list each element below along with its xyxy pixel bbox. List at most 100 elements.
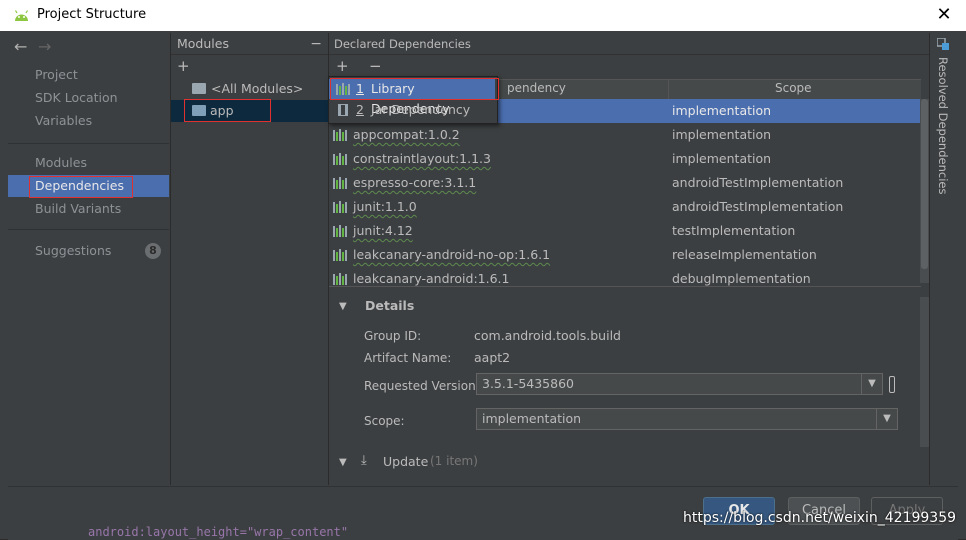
- update-label[interactable]: Update: [383, 454, 428, 469]
- watermark: https://blog.csdn.net/weixin_42199359: [683, 510, 957, 526]
- module-label: app: [210, 103, 234, 118]
- table-row[interactable]: appcompat:1.0.2 implementation: [329, 123, 921, 147]
- table-row[interactable]: constraintlayout:1.1.3 implementation: [329, 147, 921, 171]
- sidebar-item-label: Dependencies: [35, 178, 124, 193]
- add-dependency-button[interactable]: +: [336, 57, 349, 75]
- sidebar-item-modules[interactable]: Modules: [8, 152, 169, 174]
- menu-item-library-dependency[interactable]: 1 Library Dependency: [329, 79, 495, 116]
- requested-version-label: Requested Version:: [364, 379, 480, 393]
- dependencies-header: Declared Dependencies: [329, 33, 929, 55]
- module-folder-icon: [192, 105, 206, 116]
- menu-mnemonic: 1: [356, 81, 364, 96]
- scrollbar-thumb[interactable]: [921, 99, 928, 269]
- sidebar-item-variables[interactable]: Variables: [8, 110, 169, 132]
- version-info-icon[interactable]: [889, 376, 895, 393]
- menu-item-jar-dependency[interactable]: 2 Jar Dependency: [329, 100, 495, 120]
- column-header-scope[interactable]: Scope: [775, 81, 812, 95]
- library-icon: [333, 129, 347, 141]
- editor-code-line: android:layout_height="wrap_content": [88, 525, 349, 539]
- add-module-button[interactable]: +: [177, 57, 190, 75]
- artifact-name-value: aapt2: [474, 350, 511, 365]
- column-header-dependency[interactable]: pendency: [507, 81, 566, 95]
- remove-dependency-button[interactable]: −: [369, 57, 382, 75]
- dependency-name: appcompat:1.0.2: [353, 127, 460, 142]
- nav-arrows: ← →: [14, 37, 62, 56]
- dependency-name: constraintlayout:1.1.3: [353, 151, 491, 166]
- android-icon: [14, 10, 29, 21]
- collapse-details-icon[interactable]: ▼: [339, 301, 347, 312]
- resolved-dependencies-label: Resolved Dependencies: [936, 57, 950, 195]
- collapse-modules-button[interactable]: −: [310, 33, 322, 55]
- modules-title: Modules: [177, 36, 229, 51]
- sidebar-divider: [8, 229, 169, 230]
- dependency-scope: implementation: [672, 151, 772, 166]
- chevron-down-icon[interactable]: ▼: [876, 409, 897, 429]
- sidebar-item-suggestions[interactable]: Suggestions 8: [8, 240, 169, 262]
- sidebar-item-label: Variables: [35, 113, 93, 128]
- dependency-scope: implementation: [672, 103, 772, 118]
- sidebar-divider: [8, 143, 169, 144]
- requested-version-combo[interactable]: 3.5.1-5435860 ▼: [476, 373, 883, 395]
- chevron-down-icon[interactable]: ▼: [861, 374, 882, 394]
- library-icon: [333, 249, 347, 261]
- dependency-name: junit:1.1.0: [353, 199, 417, 214]
- sidebar-item-build-variants[interactable]: Build Variants: [8, 198, 169, 220]
- window-title: Project Structure: [37, 7, 147, 22]
- close-icon[interactable]: ✕: [934, 4, 954, 26]
- collapse-update-icon[interactable]: ▼: [339, 457, 347, 468]
- dependencies-title: Declared Dependencies: [334, 37, 471, 51]
- menu-mnemonic: 2: [356, 102, 364, 117]
- details-section: ▼ Details Group ID: com.android.tools.bu…: [329, 286, 929, 486]
- menu-item-label: Jar Dependency: [371, 102, 471, 117]
- library-icon: [333, 225, 347, 237]
- group-id-label: Group ID:: [364, 329, 422, 343]
- library-icon: [333, 177, 347, 189]
- dependency-name: junit:4.12: [353, 223, 413, 238]
- jar-icon: [338, 104, 348, 116]
- resolved-dependencies-icon: [937, 38, 949, 50]
- back-arrow-icon[interactable]: ←: [14, 37, 38, 56]
- dependency-scope: testImplementation: [672, 223, 796, 238]
- scope-combo[interactable]: implementation ▼: [476, 408, 898, 430]
- module-item-app[interactable]: app: [171, 100, 328, 122]
- sidebar-item-sdk-location[interactable]: SDK Location: [8, 87, 169, 109]
- library-icon: [333, 153, 347, 165]
- dependency-scope: implementation: [672, 127, 772, 142]
- forward-arrow-icon[interactable]: →: [38, 37, 62, 56]
- modules-panel: Modules − + <All Modules> app: [170, 33, 328, 485]
- module-item-all-modules[interactable]: <All Modules>: [171, 78, 328, 100]
- dependencies-toolbar: + −: [329, 55, 929, 77]
- sidebar-item-label: Suggestions: [35, 243, 112, 258]
- scope-value: implementation: [482, 411, 582, 426]
- table-row[interactable]: leakcanary-android-no-op:1.6.1 releaseImp…: [329, 243, 921, 267]
- sidebar-item-label: Project: [35, 67, 78, 82]
- group-id-value: com.android.tools.build: [474, 328, 621, 343]
- project-structure-dialog: Project Structure ✕ ← → Project SDK Locat…: [0, 0, 966, 540]
- module-label: <All Modules>: [211, 81, 304, 96]
- table-row[interactable]: junit:1.1.0 androidTestImplementation: [329, 195, 921, 219]
- update-count: (1 item): [430, 454, 478, 468]
- dependency-name: leakcanary-android-no-op:1.6.1: [353, 247, 551, 262]
- artifact-name-label: Artifact Name:: [364, 351, 452, 365]
- resolved-dependencies-tab[interactable]: Resolved Dependencies: [929, 33, 957, 485]
- table-row[interactable]: junit:4.12 testImplementation: [329, 219, 921, 243]
- sidebar-item-dependencies[interactable]: Dependencies: [8, 175, 169, 197]
- details-scrollbar[interactable]: [920, 297, 929, 447]
- library-icon: [333, 273, 347, 285]
- title-bar: Project Structure ✕: [0, 0, 966, 31]
- dependency-scope: androidTestImplementation: [672, 175, 844, 190]
- suggestions-count-badge: 8: [145, 243, 161, 259]
- folder-icon: [192, 83, 206, 94]
- requested-version-value: 3.5.1-5435860: [482, 376, 574, 391]
- sidebar-item-project[interactable]: Project: [8, 64, 169, 86]
- sidebar-item-label: Build Variants: [35, 201, 122, 216]
- dependency-name: espresso-core:3.1.1: [353, 175, 477, 190]
- dependencies-scrollbar[interactable]: [920, 99, 929, 283]
- add-dependency-popup: 1 Library Dependency 2 Jar Dependency: [328, 76, 498, 124]
- details-heading: Details: [365, 298, 415, 313]
- dependency-scope: releaseImplementation: [672, 247, 817, 262]
- scope-label: Scope:: [364, 414, 405, 428]
- library-icon: [333, 201, 347, 213]
- column-divider: [668, 80, 669, 99]
- table-row[interactable]: espresso-core:3.1.1 androidTestImplementa…: [329, 171, 921, 195]
